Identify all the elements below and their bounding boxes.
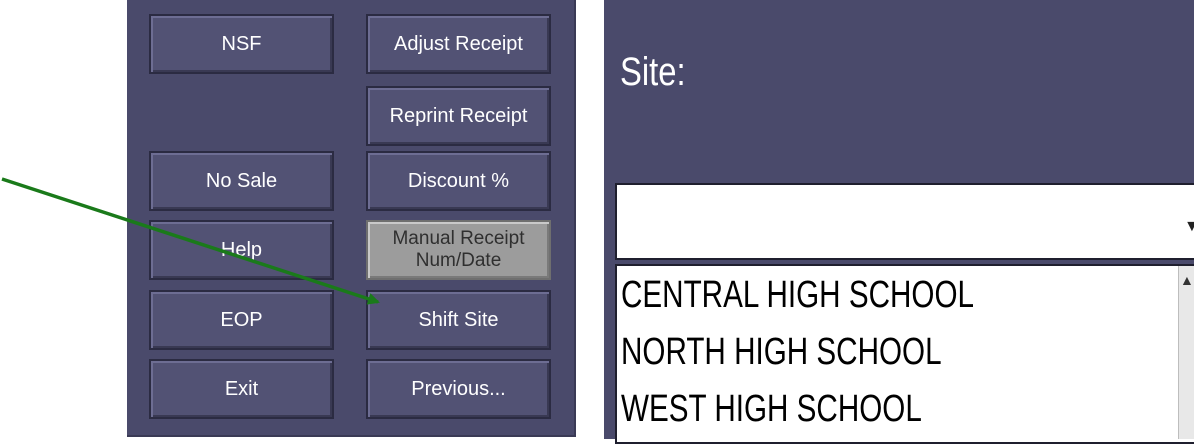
scroll-up-arrow-icon[interactable]: ▲ <box>1180 272 1194 288</box>
manual-receipt-button[interactable]: Manual Receipt Num/Date <box>366 220 551 280</box>
site-combo-input[interactable] <box>615 183 1194 260</box>
shift-site-button[interactable]: Shift Site <box>366 290 551 350</box>
listbox-scrollbar[interactable] <box>1178 266 1194 439</box>
list-item-north[interactable]: NORTH HIGH SCHOOL <box>621 331 942 374</box>
nsf-button[interactable]: NSF <box>149 14 334 74</box>
help-button[interactable]: Help <box>149 220 334 280</box>
previous-button[interactable]: Previous... <box>366 359 551 419</box>
no-sale-button[interactable]: No Sale <box>149 151 334 211</box>
list-item-west[interactable]: WEST HIGH SCHOOL <box>621 388 922 431</box>
list-item-central[interactable]: CENTRAL HIGH SCHOOL <box>621 274 974 317</box>
chevron-down-icon[interactable]: ▼ <box>1184 218 1194 236</box>
discount-percent-button[interactable]: Discount % <box>366 151 551 211</box>
site-listbox[interactable]: CENTRAL HIGH SCHOOL NORTH HIGH SCHOOL WE… <box>615 264 1194 444</box>
adjust-receipt-button[interactable]: Adjust Receipt <box>366 14 551 74</box>
reprint-receipt-button[interactable]: Reprint Receipt <box>366 86 551 146</box>
exit-button[interactable]: Exit <box>149 359 334 419</box>
manual-receipt-label-line2: Num/Date <box>415 250 502 271</box>
eop-button[interactable]: EOP <box>149 290 334 350</box>
manual-receipt-label-line1: Manual Receipt <box>392 228 525 249</box>
site-label: Site: <box>620 50 686 94</box>
